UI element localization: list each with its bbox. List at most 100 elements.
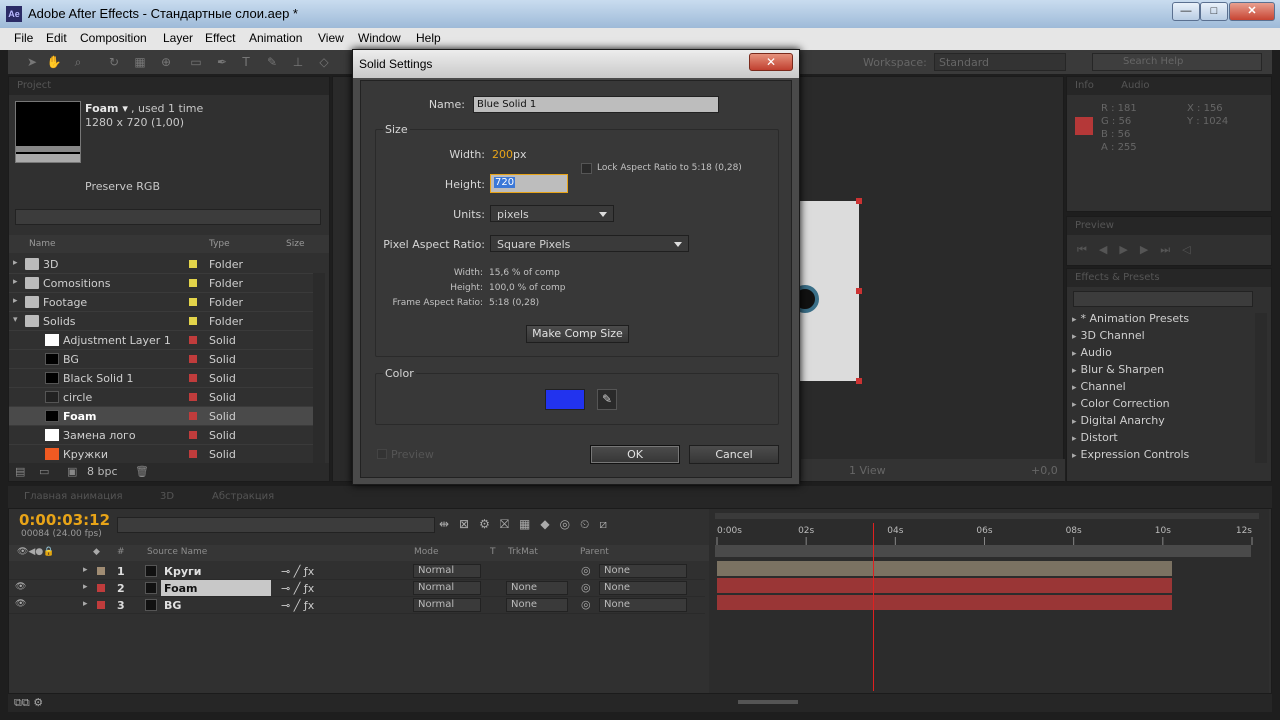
layer-duration-bar[interactable] bbox=[717, 595, 1172, 610]
text-tool-icon[interactable]: T bbox=[238, 54, 254, 70]
layer-row[interactable]: 👁 ▸ 2 Foam ⊸ ╱ ƒx Normal None ◎ None bbox=[9, 580, 705, 597]
close-window-button[interactable]: ✕ bbox=[1229, 2, 1275, 21]
workspace-select[interactable]: Standard bbox=[934, 53, 1066, 71]
zoom-slider[interactable] bbox=[738, 700, 798, 704]
type-column[interactable]: Type bbox=[209, 239, 230, 249]
handle-icon[interactable] bbox=[856, 198, 862, 204]
project-item-row[interactable]: Foam Solid bbox=[9, 407, 319, 426]
info-tab[interactable]: Info bbox=[1075, 80, 1094, 91]
expand-arrow-icon[interactable]: ▾ bbox=[13, 315, 18, 325]
effect-category[interactable]: ▸ Color Correction bbox=[1068, 397, 1252, 414]
toggle-switches-icon[interactable]: ⧉⧉ ⚙ bbox=[14, 696, 43, 710]
work-area-bar[interactable] bbox=[715, 513, 1259, 519]
blend-mode-select[interactable]: Normal bbox=[413, 598, 481, 612]
eraser-tool-icon[interactable]: ◇ bbox=[316, 54, 332, 70]
source-name-column[interactable]: Source Name bbox=[147, 547, 207, 557]
color-swatch[interactable] bbox=[545, 389, 585, 410]
playback-controls-icon[interactable]: ⏮◀▶▶⏭◁ bbox=[1077, 243, 1203, 257]
bpc-toggle[interactable]: 8 bpc bbox=[87, 465, 118, 478]
expand-arrow-icon[interactable]: ▸ bbox=[83, 565, 88, 575]
project-item-row[interactable]: ▸ Comositions Folder bbox=[9, 274, 319, 293]
label-color-swatch[interactable] bbox=[189, 336, 197, 344]
camera-tool-icon[interactable]: ▦ bbox=[132, 54, 148, 70]
parent-select[interactable]: None bbox=[599, 581, 687, 595]
layer-switches-icon[interactable]: ⊸ ╱ ƒx bbox=[281, 565, 314, 578]
project-item-row[interactable]: BG Solid bbox=[9, 350, 319, 369]
expand-arrow-icon[interactable]: ▸ bbox=[83, 582, 88, 592]
project-item-row[interactable]: Black Solid 1 Solid bbox=[9, 369, 319, 388]
exposure-value[interactable]: +0,0 bbox=[1031, 464, 1058, 477]
effect-category[interactable]: ▸ Audio bbox=[1068, 346, 1252, 363]
pickwhip-icon[interactable]: ◎ bbox=[581, 564, 591, 577]
expand-arrow-icon[interactable]: ▸ bbox=[1072, 315, 1077, 325]
effect-category[interactable]: ▸ Channel bbox=[1068, 380, 1252, 397]
project-item-row[interactable]: Adjustment Layer 1 Solid bbox=[9, 331, 319, 350]
effects-scrollbar[interactable] bbox=[1255, 313, 1267, 463]
menu-file[interactable]: File bbox=[14, 31, 33, 45]
layer-duration-bar[interactable] bbox=[717, 561, 1172, 576]
expand-arrow-icon[interactable]: ▸ bbox=[1072, 400, 1077, 410]
make-comp-size-button[interactable]: Make Comp Size bbox=[526, 325, 629, 343]
project-search-input[interactable] bbox=[15, 209, 321, 225]
project-tab[interactable]: Project bbox=[9, 77, 329, 95]
parent-select[interactable]: None bbox=[599, 598, 687, 612]
effects-presets-tab[interactable]: Effects & Presets bbox=[1067, 269, 1271, 287]
audio-tab[interactable]: Audio bbox=[1121, 80, 1149, 91]
expand-arrow-icon[interactable]: ▸ bbox=[1072, 349, 1077, 359]
menu-view[interactable]: View bbox=[318, 31, 344, 45]
effect-category[interactable]: ▸ * Animation Presets bbox=[1068, 312, 1252, 329]
minimize-button[interactable]: — bbox=[1172, 2, 1200, 21]
menu-help[interactable]: Help bbox=[416, 31, 441, 45]
effect-category[interactable]: ▸ Distort bbox=[1068, 431, 1252, 448]
new-folder-icon[interactable]: ▭ bbox=[39, 465, 49, 478]
rotate-tool-icon[interactable]: ↻ bbox=[106, 54, 122, 70]
menu-effect[interactable]: Effect bbox=[205, 31, 235, 45]
layer-label-color[interactable] bbox=[97, 584, 105, 592]
layer-row[interactable]: 👁 ▸ 3 BG ⊸ ╱ ƒx Normal None ◎ None bbox=[9, 597, 705, 614]
layer-switches-icon[interactable]: ⊸ ╱ ƒx bbox=[281, 582, 314, 595]
timecode-display[interactable]: 0:00:03:12 bbox=[19, 511, 110, 529]
expand-arrow-icon[interactable]: ▸ bbox=[13, 296, 18, 306]
layer-label-color[interactable] bbox=[97, 601, 105, 609]
maximize-button[interactable]: □ bbox=[1200, 2, 1228, 21]
pan-behind-tool-icon[interactable]: ⊕ bbox=[158, 54, 174, 70]
selection-tool-icon[interactable]: ➤ bbox=[24, 54, 40, 70]
timeline-switches-icon[interactable]: ⇹⊠⚙⛝▦◆◎⏲⧄ bbox=[439, 517, 617, 532]
project-item-row[interactable]: ▾ Solids Folder bbox=[9, 312, 319, 331]
expand-arrow-icon[interactable]: ▸ bbox=[1072, 383, 1077, 393]
tab-3d[interactable]: 3D bbox=[160, 491, 174, 502]
menu-window[interactable]: Window bbox=[358, 31, 401, 45]
name-input[interactable]: Blue Solid 1 bbox=[473, 96, 719, 113]
effects-search-input[interactable] bbox=[1073, 291, 1253, 307]
project-item-row[interactable]: ▸ Footage Folder bbox=[9, 293, 319, 312]
expand-arrow-icon[interactable]: ▸ bbox=[1072, 434, 1077, 444]
parent-select[interactable]: None bbox=[599, 564, 687, 578]
stamp-tool-icon[interactable]: ⊥ bbox=[290, 54, 306, 70]
effect-category[interactable]: ▸ Expression Controls bbox=[1068, 448, 1252, 465]
menu-animation[interactable]: Animation bbox=[249, 31, 302, 45]
expand-arrow-icon[interactable]: ▸ bbox=[13, 277, 18, 287]
layer-row[interactable]: ▸ 1 Круги ⊸ ╱ ƒx Normal ◎ None bbox=[9, 563, 705, 580]
expand-arrow-icon[interactable]: ▸ bbox=[13, 258, 18, 268]
height-input[interactable]: 720 bbox=[490, 174, 568, 193]
label-color-swatch[interactable] bbox=[189, 374, 197, 382]
expand-arrow-icon[interactable]: ▸ bbox=[1072, 366, 1077, 376]
units-select[interactable]: pixels bbox=[490, 205, 614, 222]
width-value[interactable]: 200 bbox=[492, 148, 513, 161]
pixel-aspect-select[interactable]: Square Pixels bbox=[490, 235, 689, 252]
layer-duration-bar[interactable] bbox=[717, 578, 1172, 593]
menu-composition[interactable]: Composition bbox=[80, 31, 147, 45]
delete-icon[interactable]: 🗑 bbox=[135, 465, 149, 478]
menu-edit[interactable]: Edit bbox=[46, 31, 67, 45]
time-navigator[interactable] bbox=[715, 545, 1251, 557]
name-column[interactable]: Name bbox=[29, 239, 56, 249]
dialog-close-button[interactable]: ✕ bbox=[749, 53, 793, 71]
project-item-row[interactable]: circle Solid bbox=[9, 388, 319, 407]
trkmat-select[interactable]: None bbox=[506, 581, 568, 595]
rectangle-tool-icon[interactable]: ▭ bbox=[188, 54, 204, 70]
expand-arrow-icon[interactable]: ▸ bbox=[1072, 332, 1077, 342]
hand-tool-icon[interactable]: ✋ bbox=[46, 54, 62, 70]
label-color-swatch[interactable] bbox=[189, 279, 197, 287]
label-color-swatch[interactable] bbox=[189, 298, 197, 306]
project-scrollbar[interactable] bbox=[313, 273, 325, 463]
